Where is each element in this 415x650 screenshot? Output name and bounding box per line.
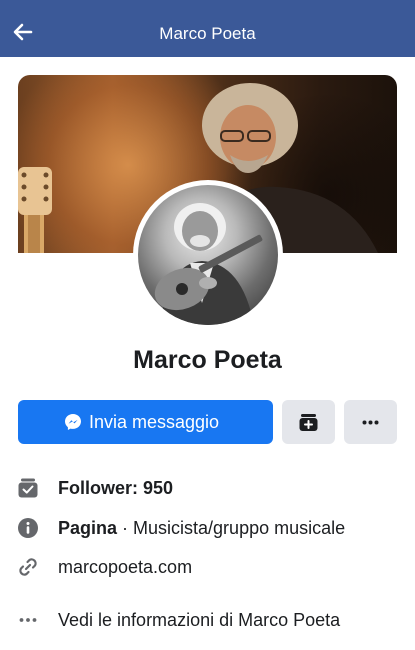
page-category: Musicista/gruppo musicale xyxy=(133,518,346,538)
avatar[interactable] xyxy=(133,180,283,330)
page-category-row: Pagina · Musicista/gruppo musicale xyxy=(0,514,415,542)
more-horizontal-icon xyxy=(19,618,37,622)
website-row[interactable]: marcopoeta.com xyxy=(0,553,415,581)
follow-page-button[interactable] xyxy=(282,400,335,444)
more-options-button[interactable] xyxy=(344,400,397,444)
info-icon xyxy=(18,518,38,538)
website-link[interactable]: marcopoeta.com xyxy=(58,557,192,578)
page-type-label: Pagina xyxy=(58,518,118,538)
follow-page-icon xyxy=(299,414,318,431)
followers-check-icon xyxy=(18,478,38,498)
profile-name: Marco Poeta xyxy=(133,346,282,374)
page-title: Marco Poeta xyxy=(159,24,256,43)
top-navigation-bar: Marco Poeta xyxy=(0,0,415,57)
category-separator: · xyxy=(117,518,134,538)
send-message-button[interactable]: Invia messaggio xyxy=(18,400,273,444)
profile-guitarist-image xyxy=(154,203,263,325)
followers-row: Follower: 950 xyxy=(0,474,415,502)
link-icon xyxy=(19,558,37,576)
see-more-info-link[interactable]: Vedi le informazioni di Marco Poeta xyxy=(58,610,340,631)
followers-count: Follower: 950 xyxy=(58,478,174,498)
send-message-label: Invia messaggio xyxy=(89,412,220,432)
messenger-icon xyxy=(65,414,81,430)
see-more-info-row[interactable]: Vedi le informazioni di Marco Poeta xyxy=(0,606,415,634)
more-horizontal-icon xyxy=(362,420,379,425)
profile-photo xyxy=(138,185,278,325)
